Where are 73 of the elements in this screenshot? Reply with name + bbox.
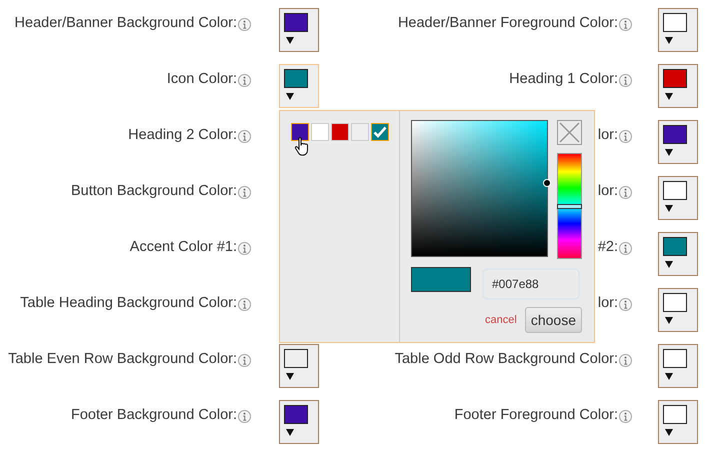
field-label: Footer Background Color: (70, 407, 237, 423)
info-icon[interactable] (619, 354, 632, 367)
cancel-link[interactable]: cancel (485, 314, 517, 326)
info-icon[interactable] (238, 74, 251, 87)
info-icon[interactable] (238, 186, 251, 199)
palette-swatch[interactable] (351, 123, 369, 141)
info-icon[interactable] (238, 410, 251, 423)
color-preview (411, 267, 471, 292)
info-icon[interactable] (619, 130, 632, 143)
palette-swatch[interactable] (371, 123, 389, 141)
info-icon[interactable] (619, 410, 632, 423)
caret-icon (665, 373, 673, 380)
info-icon[interactable] (238, 354, 251, 367)
color-picker-button[interactable] (658, 288, 698, 332)
field-label: #2: (598, 239, 618, 255)
field-label: lor: (598, 295, 618, 311)
picker-handle[interactable] (543, 179, 551, 188)
info-icon[interactable] (619, 242, 632, 255)
field-label: Icon Color: (166, 71, 237, 87)
caret-icon (286, 373, 294, 380)
color-picker-button[interactable] (658, 344, 698, 388)
caret-icon (286, 93, 294, 100)
slider-handle[interactable] (557, 204, 582, 209)
palette-swatch[interactable] (311, 123, 329, 141)
field-label: Header/Banner Foreground Color: (398, 15, 618, 31)
caret-icon (665, 429, 673, 436)
info-icon[interactable] (238, 298, 251, 311)
color-picker-button[interactable] (658, 8, 698, 52)
field-label: Heading 2 Color: (128, 127, 237, 143)
caret-icon (665, 317, 673, 324)
info-icon[interactable] (619, 18, 632, 31)
info-icon[interactable] (619, 74, 632, 87)
field-label: Header/Banner Background Color: (14, 15, 237, 31)
caret-icon (665, 149, 673, 156)
color-picker-button[interactable] (658, 400, 698, 444)
close-icon (559, 122, 580, 143)
field-label: lor: (598, 127, 618, 143)
field-label: Accent Color #1: (130, 239, 237, 255)
color-picker-button[interactable] (279, 8, 319, 52)
caret-icon (665, 37, 673, 44)
color-picker-button[interactable] (279, 344, 319, 388)
field-label: Table Even Row Background Color: (8, 351, 237, 367)
caret-icon (665, 93, 673, 100)
info-icon[interactable] (619, 186, 632, 199)
field-label: Button Background Color: (70, 183, 237, 199)
field-label: Footer Foreground Color: (454, 407, 618, 423)
caret-icon (665, 261, 673, 268)
field-label: Table Heading Background Color: (20, 295, 237, 311)
hex-input-field[interactable]: #007e88 (482, 268, 580, 300)
check-icon (373, 126, 387, 138)
info-icon[interactable] (619, 298, 632, 311)
info-icon[interactable] (238, 130, 251, 143)
hue-slider[interactable] (557, 153, 582, 259)
hand-cursor-icon (295, 137, 309, 157)
caret-icon (286, 429, 294, 436)
caret-icon (286, 37, 294, 44)
palette-swatch[interactable] (331, 123, 349, 141)
color-picker-button[interactable] (658, 120, 698, 164)
color-picker-button[interactable] (658, 64, 698, 108)
info-icon[interactable] (238, 242, 251, 255)
color-gradient-field[interactable] (411, 120, 548, 257)
color-picker-button[interactable] (279, 400, 319, 444)
clear-button[interactable] (557, 120, 582, 145)
field-label: lor: (598, 183, 618, 199)
choose-button[interactable]: choose (524, 307, 582, 333)
field-label: Heading 1 Color: (509, 71, 618, 87)
palette-swatch[interactable] (291, 123, 309, 141)
info-icon[interactable] (238, 18, 251, 31)
color-picker-button[interactable] (279, 64, 319, 108)
field-label: Table Odd Row Background Color: (394, 351, 618, 367)
color-picker-button[interactable] (658, 176, 698, 220)
color-picker-button[interactable] (658, 232, 698, 276)
caret-icon (665, 205, 673, 212)
